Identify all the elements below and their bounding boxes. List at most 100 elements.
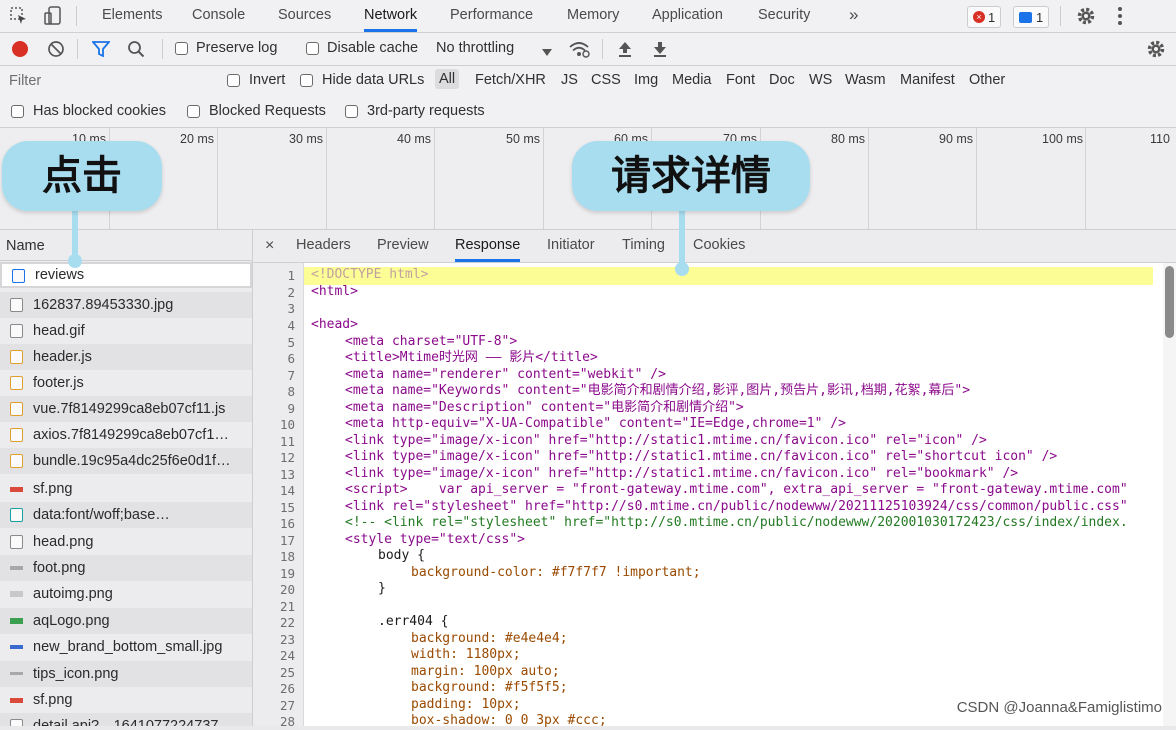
separator [1060,6,1061,26]
callout-pointer-dot [68,254,82,268]
request-row[interactable]: new_brand_bottom_small.jpg [0,634,252,660]
gridline [326,128,327,229]
filter-type-wasm[interactable]: Wasm [845,72,886,88]
code-line: <!DOCTYPE html> [311,267,429,282]
request-row[interactable]: aqLogo.png [0,608,252,634]
request-row[interactable]: head.png [0,529,252,555]
request-row[interactable]: axios.7f8149299ca8eb07cf1… [0,422,252,448]
name-column-header[interactable]: Name [0,230,252,261]
tab-application[interactable]: Application [652,0,723,32]
response-code-viewer[interactable]: 1 2 3 4 5 6 7 8 9 10 11 12 13 14 15 16 17 18 19 20 21 22 23 24 2… [253,263,1176,729]
code-line: <meta charset="UTF-8"> [345,334,518,349]
request-row[interactable]: foot.png [0,555,252,581]
kebab-menu-icon[interactable] [1116,6,1124,30]
request-detail-tabbar: × Headers Preview Response Initiator Tim… [253,230,1176,263]
network-conditions-icon[interactable] [568,40,590,62]
request-row[interactable]: vue.7f8149299ca8eb07cf11.js [0,396,252,422]
request-row[interactable]: sf.png [0,687,252,713]
has-blocked-cookies-checkbox[interactable] [11,105,24,118]
request-name: vue.7f8149299ca8eb07cf11.js [33,401,226,417]
separator [162,39,163,59]
invert-label: Invert [249,72,286,88]
code-line: <html> [311,284,358,299]
request-row-reviews[interactable]: reviews [0,262,252,288]
close-detail-icon[interactable]: × [265,230,274,262]
code-line: <!-- <link rel="stylesheet" href="http:/… [345,515,1128,530]
preserve-log-checkbox[interactable] [175,42,188,55]
code-line: <link type="image/x-icon" href="http://s… [345,466,1019,481]
timeline-tick: 110 [1150,132,1170,146]
disable-cache-checkbox[interactable] [306,42,319,55]
filter-type-js[interactable]: JS [561,72,578,88]
code-line: <link rel="stylesheet" href="http://s0.m… [345,499,1128,514]
error-counter[interactable]: × 1 [967,6,1002,28]
request-row[interactable]: detail.api?…1641077224737 [0,713,252,726]
code-line: <meta name="Keywords" content="电影简介和剧情介绍… [345,383,971,398]
tab-elements[interactable]: Elements [102,0,162,32]
network-settings-gear-icon[interactable] [1146,39,1166,63]
filter-type-manifest[interactable]: Manifest [900,72,955,88]
blocked-requests-label: Blocked Requests [209,103,326,119]
request-row[interactable]: header.js [0,344,252,370]
tab-performance[interactable]: Performance [450,0,533,32]
filter-type-media[interactable]: Media [672,72,712,88]
request-row[interactable]: tips_icon.png [0,661,252,687]
devtools-main-tabbar: Elements Console Sources Network Perform… [0,0,1176,33]
tab-sources[interactable]: Sources [278,0,331,32]
export-har-icon[interactable] [652,40,668,62]
code-line: background: #e4e4e4; [411,631,568,646]
more-tabs-icon[interactable]: » [849,0,858,32]
filter-type-img[interactable]: Img [634,72,658,88]
request-row[interactable]: data:font/woff;base… [0,502,252,528]
filter-type-all[interactable]: All [435,69,460,89]
request-name: head.gif [33,323,85,339]
tab-timing[interactable]: Timing [622,230,665,262]
clear-icon[interactable] [47,40,65,62]
import-har-icon[interactable] [617,40,633,62]
filter-type-doc[interactable]: Doc [769,72,795,88]
issues-counter[interactable]: 1 [1013,6,1050,28]
tab-network[interactable]: Network [364,0,418,32]
settings-gear-icon[interactable] [1076,6,1096,30]
third-party-requests-checkbox[interactable] [345,105,358,118]
request-row[interactable]: sf.png [0,476,252,502]
hide-data-urls-checkbox[interactable] [300,74,313,87]
request-name: data:font/woff;base… [33,507,170,523]
request-row[interactable]: bundle.19c95a4dc25f6e0d1f… [0,448,252,474]
tab-security[interactable]: Security [758,0,810,32]
request-row[interactable]: 162837.89453330.jpg [0,292,252,318]
blocked-requests-checkbox[interactable] [187,105,200,118]
filter-type-css[interactable]: CSS [591,72,621,88]
filter-type-fetch-xhr[interactable]: Fetch/XHR [475,72,546,88]
timeline-tick: 40 ms [397,132,432,146]
record-icon[interactable] [12,41,28,57]
request-row[interactable]: autoimg.png [0,581,252,607]
tab-console[interactable]: Console [192,0,245,32]
line-number: 1 [287,268,295,283]
device-toolbar-icon[interactable] [44,6,62,26]
filter-icon[interactable] [91,41,111,61]
code-scrollbar-thumb[interactable] [1165,266,1174,338]
tab-response[interactable]: Response [455,230,521,262]
request-row[interactable]: head.gif [0,318,252,344]
filter-type-font[interactable]: Font [726,72,755,88]
timeline-tick: 100 ms [1042,132,1083,146]
filter-type-other[interactable]: Other [969,72,1005,88]
dropdown-arrow-icon[interactable] [542,45,552,61]
tab-preview[interactable]: Preview [377,230,429,262]
code-line: <style type="text/css"> [345,532,526,547]
invert-checkbox[interactable] [227,74,240,87]
tab-initiator[interactable]: Initiator [547,230,595,262]
request-row[interactable]: footer.js [0,370,252,396]
filter-type-ws[interactable]: WS [809,72,832,88]
tab-cookies[interactable]: Cookies [693,230,745,262]
filter-input[interactable]: Filter [0,68,212,94]
timeline-tick: 20 ms [180,132,215,146]
throttling-select[interactable]: No throttling [436,40,514,56]
tab-headers[interactable]: Headers [296,230,351,262]
tab-memory[interactable]: Memory [567,0,619,32]
search-icon[interactable] [127,40,145,62]
inspect-element-icon[interactable] [10,7,28,25]
image-file-icon [10,298,23,312]
request-name: head.png [33,534,94,550]
